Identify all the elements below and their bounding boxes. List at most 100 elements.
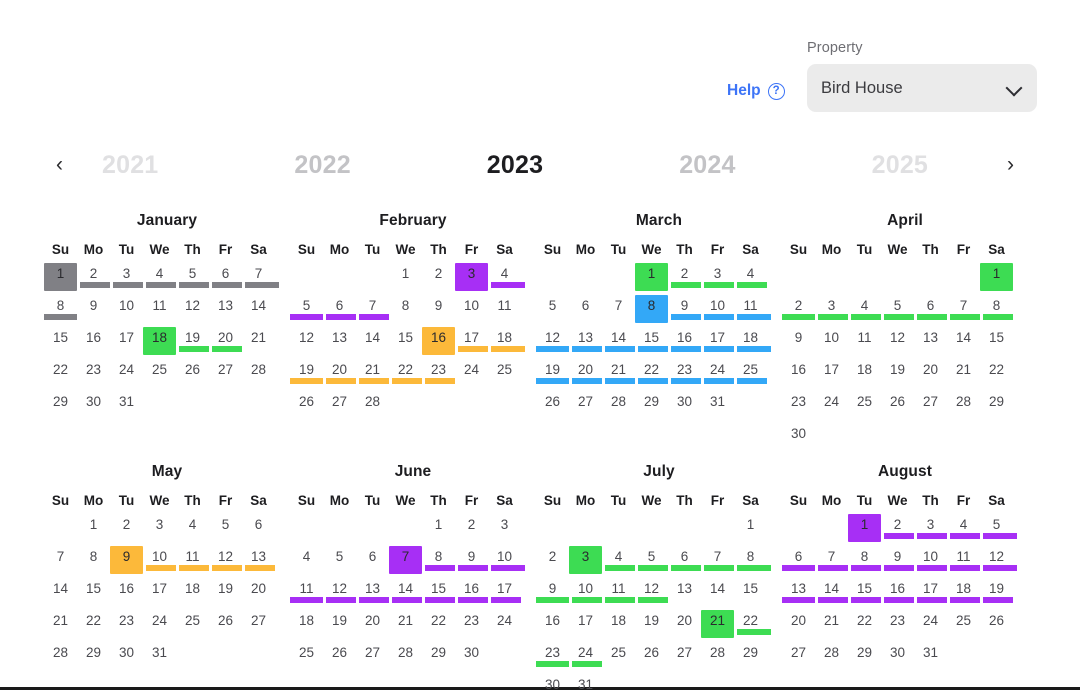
day-cell-22[interactable]: 22 [77,610,110,640]
day-cell-1[interactable]: 1 [848,514,881,544]
day-cell-10[interactable]: 10 [488,546,525,576]
day-cell-31[interactable]: 31 [143,642,176,672]
day-cell-17[interactable]: 17 [110,327,143,357]
day-cell-20[interactable]: 20 [242,578,275,608]
day-cell-11[interactable]: 11 [488,295,521,325]
day-cell-26[interactable]: 26 [881,391,914,421]
day-cell-27[interactable]: 27 [356,642,389,672]
day-cell-20[interactable]: 20 [914,359,947,389]
day-cell-12[interactable]: 12 [635,578,668,608]
day-cell-29[interactable]: 29 [44,391,77,421]
day-cell-23[interactable]: 23 [110,610,143,640]
day-cell-22[interactable]: 22 [848,610,881,640]
day-cell-20[interactable]: 20 [323,359,356,389]
day-cell-11[interactable]: 11 [602,578,635,608]
day-cell-24[interactable]: 24 [455,359,488,389]
day-cell-22[interactable]: 22 [734,610,771,640]
day-cell-23[interactable]: 23 [782,391,815,421]
day-cell-19[interactable]: 19 [881,359,914,389]
day-cell-10[interactable]: 10 [143,546,176,576]
day-cell-17[interactable]: 17 [701,327,734,357]
day-cell-22[interactable]: 22 [44,359,77,389]
day-cell-13[interactable]: 13 [569,327,602,357]
day-cell-3[interactable]: 3 [815,295,848,325]
day-cell-28[interactable]: 28 [242,359,275,389]
day-cell-7[interactable]: 7 [242,263,279,293]
day-cell-1[interactable]: 1 [635,263,668,293]
day-cell-27[interactable]: 27 [782,642,815,672]
day-cell-5[interactable]: 5 [323,546,356,576]
day-cell-3[interactable]: 3 [455,263,488,293]
day-cell-23[interactable]: 23 [422,359,455,389]
day-cell-6[interactable]: 6 [209,263,242,293]
day-cell-18[interactable]: 18 [290,610,323,640]
day-cell-25[interactable]: 25 [488,359,521,389]
day-cell-14[interactable]: 14 [242,295,275,325]
day-cell-8[interactable]: 8 [734,546,771,576]
day-cell-22[interactable]: 22 [635,359,668,389]
day-cell-9[interactable]: 9 [668,295,701,325]
day-cell-16[interactable]: 16 [668,327,701,357]
day-cell-14[interactable]: 14 [947,327,980,357]
day-cell-15[interactable]: 15 [44,327,77,357]
day-cell-20[interactable]: 20 [782,610,815,640]
day-cell-13[interactable]: 13 [356,578,389,608]
day-cell-18[interactable]: 18 [734,327,771,357]
day-cell-30[interactable]: 30 [536,674,569,690]
day-cell-15[interactable]: 15 [389,327,422,357]
day-cell-19[interactable]: 19 [290,359,323,389]
day-cell-12[interactable]: 12 [980,546,1017,576]
help-link[interactable]: Help ? [727,82,785,100]
day-cell-9[interactable]: 9 [782,327,815,357]
year-option-2024[interactable]: 2024 [611,151,803,180]
day-cell-25[interactable]: 25 [290,642,323,672]
day-cell-28[interactable]: 28 [389,642,422,672]
day-cell-21[interactable]: 21 [356,359,389,389]
day-cell-2[interactable]: 2 [110,514,143,544]
day-cell-17[interactable]: 17 [914,578,947,608]
day-cell-31[interactable]: 31 [569,674,602,690]
day-cell-9[interactable]: 9 [110,546,143,576]
day-cell-3[interactable]: 3 [488,514,521,544]
day-cell-28[interactable]: 28 [356,391,389,421]
day-cell-20[interactable]: 20 [209,327,242,357]
day-cell-5[interactable]: 5 [209,514,242,544]
day-cell-8[interactable]: 8 [980,295,1013,325]
day-cell-1[interactable]: 1 [734,514,767,544]
day-cell-12[interactable]: 12 [536,327,569,357]
day-cell-16[interactable]: 16 [455,578,488,608]
day-cell-24[interactable]: 24 [110,359,143,389]
day-cell-18[interactable]: 18 [176,578,209,608]
day-cell-15[interactable]: 15 [848,578,881,608]
day-cell-9[interactable]: 9 [77,295,110,325]
day-cell-2[interactable]: 2 [536,546,569,576]
day-cell-3[interactable]: 3 [701,263,734,293]
day-cell-12[interactable]: 12 [176,295,209,325]
day-cell-29[interactable]: 29 [848,642,881,672]
day-cell-11[interactable]: 11 [143,295,176,325]
day-cell-29[interactable]: 29 [734,642,767,672]
day-cell-14[interactable]: 14 [356,327,389,357]
day-cell-10[interactable]: 10 [110,295,143,325]
day-cell-21[interactable]: 21 [701,610,734,640]
day-cell-2[interactable]: 2 [455,514,488,544]
day-cell-4[interactable]: 4 [143,263,176,293]
day-cell-28[interactable]: 28 [602,391,635,421]
day-cell-23[interactable]: 23 [668,359,701,389]
day-cell-1[interactable]: 1 [980,263,1013,293]
day-cell-16[interactable]: 16 [422,327,455,357]
day-cell-3[interactable]: 3 [569,546,602,576]
day-cell-18[interactable]: 18 [143,327,176,357]
day-cell-5[interactable]: 5 [881,295,914,325]
day-cell-27[interactable]: 27 [242,610,275,640]
year-option-2025[interactable]: 2025 [804,151,996,180]
day-cell-18[interactable]: 18 [488,327,525,357]
day-cell-7[interactable]: 7 [815,546,848,576]
day-cell-14[interactable]: 14 [701,578,734,608]
day-cell-30[interactable]: 30 [668,391,701,421]
day-cell-7[interactable]: 7 [44,546,77,576]
day-cell-15[interactable]: 15 [635,327,668,357]
day-cell-18[interactable]: 18 [602,610,635,640]
day-cell-25[interactable]: 25 [848,391,881,421]
next-year-button[interactable]: › [1007,154,1014,175]
